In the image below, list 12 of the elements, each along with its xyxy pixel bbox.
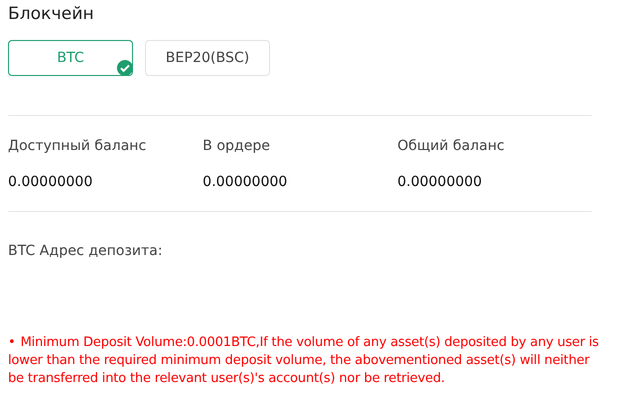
bullet: • <box>8 335 16 350</box>
section-title: Блокчейн <box>8 3 95 25</box>
balance-value: 0.00000000 <box>397 173 483 192</box>
balance-label: В ордере <box>202 137 271 156</box>
deposit-notice: • Minimum Deposit Volume:0.0001BTC,If the volume of any asset(s) deposited by any user is lower than the required minimum deposit volume, the abovementioned asset(s) will neither be transferred into the relevant user(s)'s account(s) nor be retrieved. <box>8 334 600 388</box>
balance-label: Доступный баланс <box>8 137 148 156</box>
deposit-address-label: BTC Адрес депозита: <box>8 242 164 261</box>
balance-value: 0.00000000 <box>202 173 288 192</box>
check-icon <box>117 60 133 76</box>
balance-label: Общий баланс <box>397 137 506 156</box>
balance-value: 0.00000000 <box>8 173 94 192</box>
network-option[interactable]: BEP20(BSC) <box>145 40 270 76</box>
